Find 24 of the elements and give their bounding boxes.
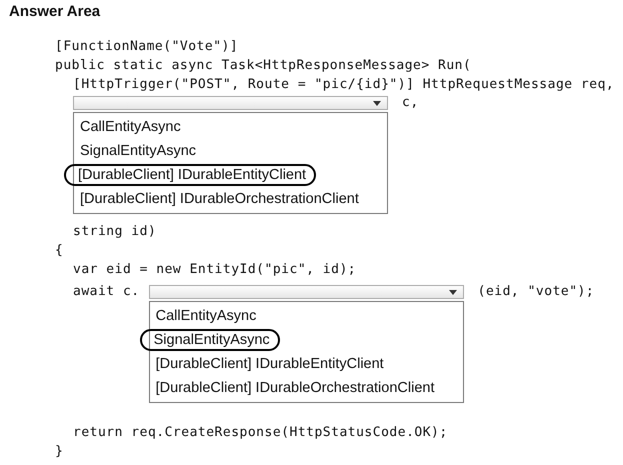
code-line: [HttpTrigger("POST", Route = "pic/{id}")] HttpRequestMessage req, [73,77,614,92]
dropdown-option[interactable]: CallEntityAsync [150,305,262,327]
dropdown-option[interactable]: [DurableClient] IDurableEntityClient [64,164,316,186]
code-text: await c. [73,285,140,299]
code-line: string id) [73,224,156,239]
dropdown-option[interactable]: CallEntityAsync [74,116,187,138]
code-text: (eid, "vote"); [478,285,594,299]
code-line: } [55,444,64,459]
dropdown-option[interactable]: [DurableClient] IDurableOrchestrationClient [74,188,365,210]
dropdown[interactable] [148,285,464,299]
dropdown-option[interactable]: SignalEntityAsync [74,140,202,162]
code-line: var eid = new EntityId("pic", id); [73,262,356,277]
code-text: c, [402,96,419,110]
dropdown[interactable] [73,96,388,110]
code-line: return req.CreateResponse(HttpStatusCode.OK); [73,425,448,440]
answer-area-heading: Answer Area [9,3,100,20]
dropdown-arrow-icon [373,101,381,106]
code-line: { [55,243,64,258]
code-line: public static async Task<HttpResponseMessage> Run( [55,58,472,73]
dropdown-option[interactable]: SignalEntityAsync [140,329,280,351]
dropdown-option[interactable]: [DurableClient] IDurableEntityClient [150,353,390,375]
code-line: [FunctionName("Vote")] [55,39,238,54]
dropdown-arrow-icon [448,290,457,295]
dropdown-option[interactable]: [DurableClient] IDurableOrchestrationClient [150,377,440,399]
